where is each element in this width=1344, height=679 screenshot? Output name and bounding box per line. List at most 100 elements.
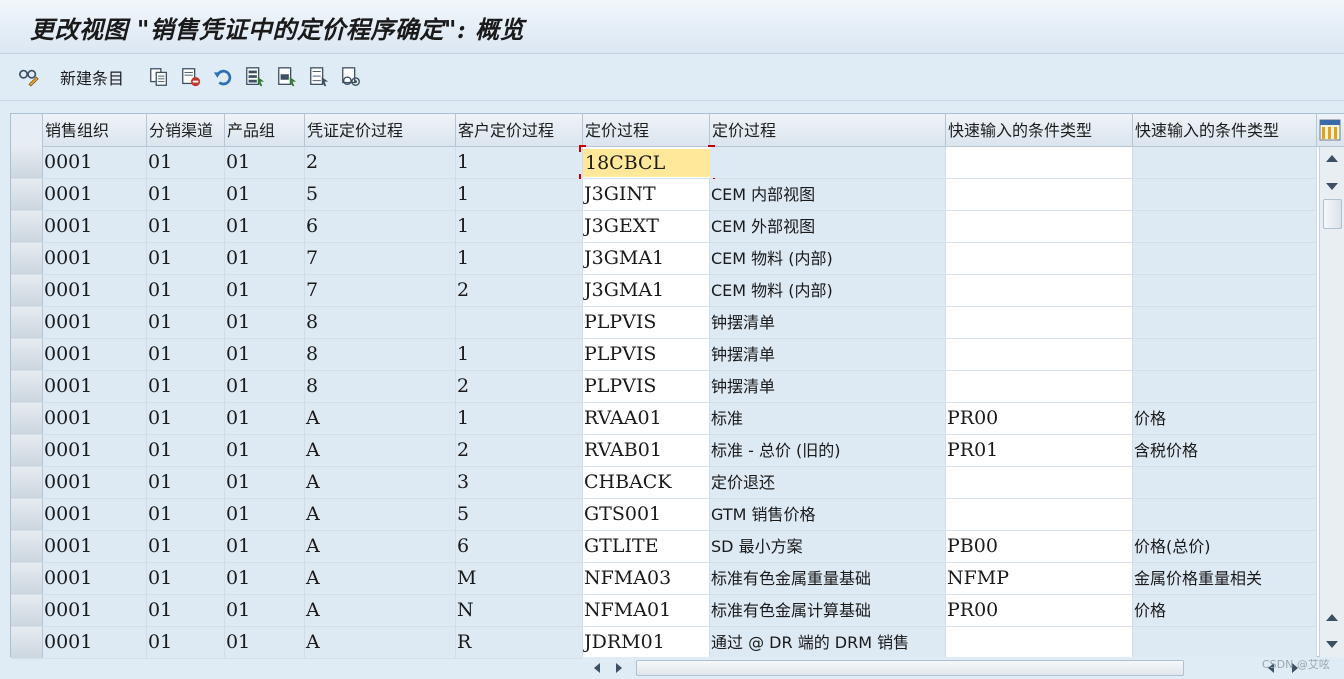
cell-pricing-procedure[interactable]: JDRM01 xyxy=(583,627,710,658)
cell-pricing-procedure[interactable]: NFMA03 xyxy=(583,563,710,594)
scroll-right-icon[interactable] xyxy=(616,663,622,673)
cell-division: 01 xyxy=(225,211,305,242)
cell-customer-pricing-procedure xyxy=(456,307,583,338)
row-selector[interactable] xyxy=(11,243,43,274)
row-selector[interactable] xyxy=(11,627,43,658)
select-all-button[interactable] xyxy=(244,63,266,91)
cell-condition-type[interactable] xyxy=(946,499,1133,530)
horizontal-scrollbar[interactable] xyxy=(582,657,1344,679)
cell-pricing-procedure[interactable]: GTS001 xyxy=(583,499,710,530)
scroll-left-icon[interactable] xyxy=(594,663,600,673)
select-all-icon xyxy=(246,67,265,87)
cell-customer-pricing-procedure: 1 xyxy=(456,211,583,242)
delete-button[interactable] xyxy=(180,63,202,91)
column-header[interactable]: 销售组织 xyxy=(43,114,147,147)
cell-condition-type[interactable]: PR00 xyxy=(946,595,1133,626)
cell-pricing-procedure[interactable]: PLPVIS xyxy=(583,307,710,338)
row-selector[interactable] xyxy=(11,403,43,434)
cell-sales-org: 0001 xyxy=(43,275,147,306)
cell-customer-pricing-procedure: M xyxy=(456,563,583,594)
cell-condition-type-description: 价格 xyxy=(1133,403,1317,434)
column-header[interactable]: 快速输入的条件类型 xyxy=(946,114,1133,147)
row-selector[interactable] xyxy=(11,339,43,370)
cell-condition-type[interactable] xyxy=(946,339,1133,370)
cell-customer-pricing-procedure: 2 xyxy=(456,435,583,466)
column-header[interactable]: 凭证定价过程 xyxy=(305,114,456,147)
glasses-pencil-icon xyxy=(19,69,39,87)
cell-condition-type[interactable] xyxy=(946,147,1133,178)
cell-pricing-procedure[interactable]: PLPVIS xyxy=(583,339,710,370)
cell-distribution-channel: 01 xyxy=(147,307,225,338)
cell-condition-type[interactable] xyxy=(946,627,1133,658)
cell-condition-type[interactable] xyxy=(946,179,1133,210)
cell-distribution-channel: 01 xyxy=(147,147,225,178)
cell-pricing-procedure[interactable]: CHBACK xyxy=(583,467,710,498)
scroll-up-icon[interactable] xyxy=(1326,155,1338,162)
cell-condition-type[interactable] xyxy=(946,211,1133,242)
cell-pricing-procedure[interactable]: J3GMA1 xyxy=(583,275,710,306)
row-selector[interactable] xyxy=(11,275,43,306)
cell-distribution-channel: 01 xyxy=(147,531,225,562)
pricing-procedure-input-focused[interactable]: 18CBCL xyxy=(579,145,715,181)
display-change-button[interactable] xyxy=(18,63,40,91)
horizontal-scroll-thumb[interactable] xyxy=(636,660,1184,676)
cell-condition-type[interactable]: PB00 xyxy=(946,531,1133,562)
cell-pricing-procedure[interactable]: GTLITE xyxy=(583,531,710,562)
cell-pricing-procedure[interactable]: RVAA01 xyxy=(583,403,710,434)
cell-condition-type[interactable]: PR01 xyxy=(946,435,1133,466)
cell-pricing-procedure[interactable]: PLPVIS xyxy=(583,371,710,402)
cell-pricing-procedure[interactable]: J3GMA1 xyxy=(583,243,710,274)
column-header[interactable]: 定价过程 xyxy=(710,114,946,147)
row-selector[interactable] xyxy=(11,595,43,626)
row-selector[interactable] xyxy=(11,563,43,594)
row-selector[interactable] xyxy=(11,211,43,242)
cell-pricing-procedure[interactable]: J3GINT xyxy=(583,179,710,210)
cell-condition-type[interactable] xyxy=(946,275,1133,306)
cell-condition-type-description: 含税价格 xyxy=(1133,435,1317,466)
cell-division: 01 xyxy=(225,531,305,562)
cell-pricing-procedure[interactable]: RVAB01 xyxy=(583,435,710,466)
page-down-icon[interactable] xyxy=(1326,641,1338,648)
column-header[interactable]: 快速输入的条件类型 xyxy=(1133,114,1317,147)
cell-document-pricing-procedure: A xyxy=(305,467,456,498)
column-header[interactable]: 产品组 xyxy=(225,114,305,147)
undo-button[interactable] xyxy=(212,63,234,91)
row-selector[interactable] xyxy=(11,435,43,466)
page-up-icon[interactable] xyxy=(1326,614,1338,621)
row-selector[interactable] xyxy=(11,531,43,562)
deselect-all-button[interactable] xyxy=(308,63,330,91)
cell-distribution-channel: 01 xyxy=(147,595,225,626)
select-block-button[interactable] xyxy=(276,63,298,91)
column-header[interactable]: 分销渠道 xyxy=(147,114,225,147)
row-selector[interactable] xyxy=(11,467,43,498)
cell-condition-type[interactable] xyxy=(946,467,1133,498)
row-selector[interactable] xyxy=(11,179,43,210)
configuration-button[interactable] xyxy=(340,63,362,91)
page-title: 更改视图 "销售凭证中的定价程序确定": 概览 xyxy=(30,15,525,44)
select-block-icon xyxy=(278,67,297,87)
select-all-rows-button[interactable] xyxy=(11,114,43,147)
cell-sales-org: 0001 xyxy=(43,243,147,274)
table-row: 0001 01 01 A 2 RVAB01 标准 - 总价 (旧的) PR01 含税价格 xyxy=(11,435,1317,467)
row-selector[interactable] xyxy=(11,307,43,338)
column-header[interactable]: 定价过程 xyxy=(583,114,710,147)
cell-pricing-procedure[interactable]: J3GEXT xyxy=(583,211,710,242)
cell-condition-type[interactable]: PR00 xyxy=(946,403,1133,434)
table-settings-icon[interactable] xyxy=(1319,119,1341,141)
cell-pricing-procedure[interactable]: NFMA01 xyxy=(583,595,710,626)
cell-condition-type[interactable] xyxy=(946,307,1133,338)
application-toolbar: 新建条目 xyxy=(0,55,1344,101)
row-selector[interactable] xyxy=(11,147,43,178)
copy-button[interactable] xyxy=(148,63,170,91)
cell-pricing-procedure[interactable]: 18CBCL xyxy=(583,149,711,177)
scroll-down-icon[interactable] xyxy=(1326,183,1338,190)
scroll-thumb[interactable] xyxy=(1323,199,1342,229)
vertical-scrollbar[interactable] xyxy=(1319,147,1344,658)
row-selector[interactable] xyxy=(11,371,43,402)
row-selector[interactable] xyxy=(11,499,43,530)
cell-condition-type[interactable] xyxy=(946,371,1133,402)
column-header[interactable]: 客户定价过程 xyxy=(456,114,583,147)
cell-condition-type[interactable] xyxy=(946,243,1133,274)
cell-condition-type[interactable]: NFMP xyxy=(946,563,1133,594)
new-entries-button[interactable]: 新建条目 xyxy=(44,63,124,91)
